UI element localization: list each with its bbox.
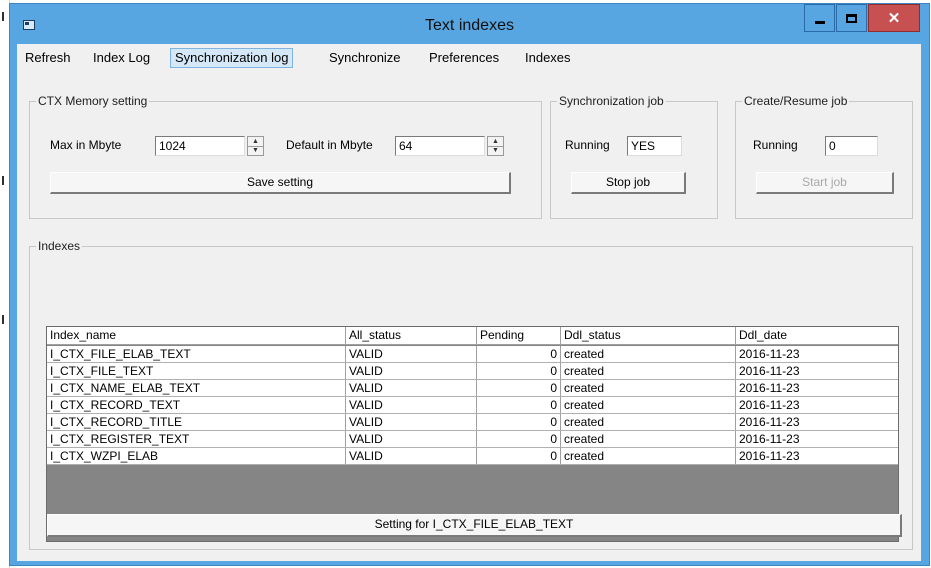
column-header-all-status[interactable]: All_status bbox=[346, 327, 477, 345]
text-indexes-window: Text indexes ✕ Refresh Index Log Synchro… bbox=[9, 3, 930, 566]
cell-pending: 0 bbox=[477, 397, 561, 413]
cell-pending: 0 bbox=[477, 448, 561, 464]
cell-index-name: I_CTX_REGISTER_TEXT bbox=[47, 431, 346, 447]
cell-ddl-date: 2016-11-23 bbox=[739, 398, 800, 412]
table-header: Index_name All_status Pending Ddl_status… bbox=[47, 327, 898, 345]
cell-index-name: I_CTX_FILE_ELAB_TEXT bbox=[47, 346, 346, 362]
table-row[interactable]: I_CTX_FILE_ELAB_TEXT VALID 0 created 201… bbox=[47, 346, 898, 363]
window-client-area: Refresh Index Log Synchronization log Sy… bbox=[17, 44, 921, 561]
table-row[interactable]: I_CTX_FILE_TEXT VALID 0 created 2016-11-… bbox=[47, 363, 898, 380]
tab-preferences[interactable]: Preferences bbox=[425, 48, 503, 68]
memory-setting-label: CTX Memory setting bbox=[36, 94, 150, 108]
sync-running-value bbox=[627, 136, 682, 156]
cell-index-name: I_CTX_NAME_ELAB_TEXT bbox=[47, 380, 346, 396]
desktop-mark bbox=[2, 315, 4, 324]
column-header-ddl-status[interactable]: Ddl_status bbox=[561, 327, 736, 345]
tab-indexes[interactable]: Indexes bbox=[521, 48, 575, 68]
indexes-label: Indexes bbox=[36, 239, 83, 253]
cell-ddl-status: created bbox=[561, 431, 736, 447]
create-resume-job-label: Create/Resume job bbox=[742, 94, 850, 108]
cell-ddl-date: 2016-11-23 bbox=[739, 381, 800, 395]
max-mbyte-spinner[interactable]: ▲ ▼ bbox=[247, 136, 264, 156]
cell-pending: 0 bbox=[477, 380, 561, 396]
create-running-label: Running bbox=[753, 138, 798, 152]
cell-pending: 0 bbox=[477, 363, 561, 379]
table-row[interactable]: I_CTX_REGISTER_TEXT VALID 0 created 2016… bbox=[47, 431, 898, 448]
close-button[interactable]: ✕ bbox=[868, 4, 920, 32]
spin-down-icon[interactable]: ▼ bbox=[488, 146, 503, 155]
memory-setting-group: CTX Memory setting Max in Mbyte ▲ ▼ Defa… bbox=[29, 94, 542, 219]
desktop-mark bbox=[2, 12, 4, 21]
sync-running-label: Running bbox=[565, 138, 610, 152]
cell-index-name: I_CTX_RECORD_TEXT bbox=[47, 397, 346, 413]
cell-ddl-date: 2016-11-23 bbox=[739, 432, 800, 446]
max-mbyte-input[interactable] bbox=[155, 136, 245, 156]
create-running-value bbox=[825, 136, 878, 156]
synchronization-job-label: Synchronization job bbox=[557, 94, 666, 108]
index-setting-button[interactable]: Setting for I_CTX_FILE_ELAB_TEXT bbox=[47, 514, 902, 537]
table-row[interactable]: I_CTX_RECORD_TITLE VALID 0 created 2016-… bbox=[47, 414, 898, 431]
column-header-pending[interactable]: Pending bbox=[477, 327, 561, 345]
cell-pending: 0 bbox=[477, 414, 561, 430]
tab-synchronization-log[interactable]: Synchronization log bbox=[170, 48, 294, 68]
cell-all-status: VALID bbox=[346, 346, 477, 362]
cell-all-status: VALID bbox=[346, 363, 477, 379]
maximize-icon bbox=[846, 13, 857, 23]
cell-ddl-date: 2016-11-23 bbox=[739, 364, 800, 378]
close-icon: ✕ bbox=[887, 10, 901, 27]
spin-down-icon[interactable]: ▼ bbox=[248, 146, 263, 155]
cell-all-status: VALID bbox=[346, 380, 477, 396]
cell-all-status: VALID bbox=[346, 448, 477, 464]
window-title: Text indexes bbox=[425, 17, 514, 34]
cell-ddl-date: 2016-11-23 bbox=[739, 347, 800, 361]
cell-ddl-date: 2016-11-23 bbox=[739, 449, 800, 463]
column-header-index-name[interactable]: Index_name bbox=[47, 327, 346, 345]
menu-tabs: Refresh Index Log Synchronization log Sy… bbox=[17, 48, 921, 70]
desktop-mark bbox=[2, 176, 4, 185]
title-bar[interactable]: Text indexes ✕ bbox=[10, 4, 929, 44]
synchronization-job-group: Synchronization job Running Stop job bbox=[550, 94, 718, 219]
stop-job-button[interactable]: Stop job bbox=[571, 172, 686, 194]
cell-all-status: VALID bbox=[346, 414, 477, 430]
cell-ddl-status: created bbox=[561, 346, 736, 362]
table-row[interactable]: I_CTX_RECORD_TEXT VALID 0 created 2016-1… bbox=[47, 397, 898, 414]
cell-index-name: I_CTX_WZPI_ELAB bbox=[47, 448, 346, 464]
cell-index-name: I_CTX_FILE_TEXT bbox=[47, 363, 346, 379]
default-mbyte-label: Default in Mbyte bbox=[286, 138, 373, 152]
maximize-button[interactable] bbox=[836, 4, 867, 32]
column-header-ddl-date[interactable]: Ddl_date bbox=[736, 327, 898, 345]
cell-index-name: I_CTX_RECORD_TITLE bbox=[47, 414, 346, 430]
cell-ddl-status: created bbox=[561, 414, 736, 430]
cell-pending: 0 bbox=[477, 431, 561, 447]
create-resume-job-group: Create/Resume job Running Start job bbox=[735, 94, 913, 219]
cell-ddl-status: created bbox=[561, 397, 736, 413]
cell-all-status: VALID bbox=[346, 397, 477, 413]
minimize-button[interactable] bbox=[804, 4, 835, 32]
start-job-button[interactable]: Start job bbox=[756, 172, 894, 194]
cell-ddl-status: created bbox=[561, 363, 736, 379]
table-row[interactable]: I_CTX_WZPI_ELAB VALID 0 created 2016-11-… bbox=[47, 448, 898, 465]
table-row[interactable]: I_CTX_NAME_ELAB_TEXT VALID 0 created 201… bbox=[47, 380, 898, 397]
tab-synchronize[interactable]: Synchronize bbox=[325, 48, 405, 68]
cell-ddl-status: created bbox=[561, 380, 736, 396]
default-mbyte-spinner[interactable]: ▲ ▼ bbox=[487, 136, 504, 156]
cell-pending: 0 bbox=[477, 346, 561, 362]
minimize-icon bbox=[814, 20, 825, 24]
max-mbyte-label: Max in Mbyte bbox=[50, 138, 122, 152]
cell-ddl-date: 2016-11-23 bbox=[739, 415, 800, 429]
save-setting-button[interactable]: Save setting bbox=[50, 172, 511, 194]
cell-all-status: VALID bbox=[346, 431, 477, 447]
tab-index-log[interactable]: Index Log bbox=[89, 48, 154, 68]
cell-ddl-status: created bbox=[561, 448, 736, 464]
default-mbyte-input[interactable] bbox=[395, 136, 485, 156]
tab-refresh[interactable]: Refresh bbox=[21, 48, 75, 68]
indexes-table[interactable]: Index_name All_status Pending Ddl_status… bbox=[46, 326, 899, 542]
